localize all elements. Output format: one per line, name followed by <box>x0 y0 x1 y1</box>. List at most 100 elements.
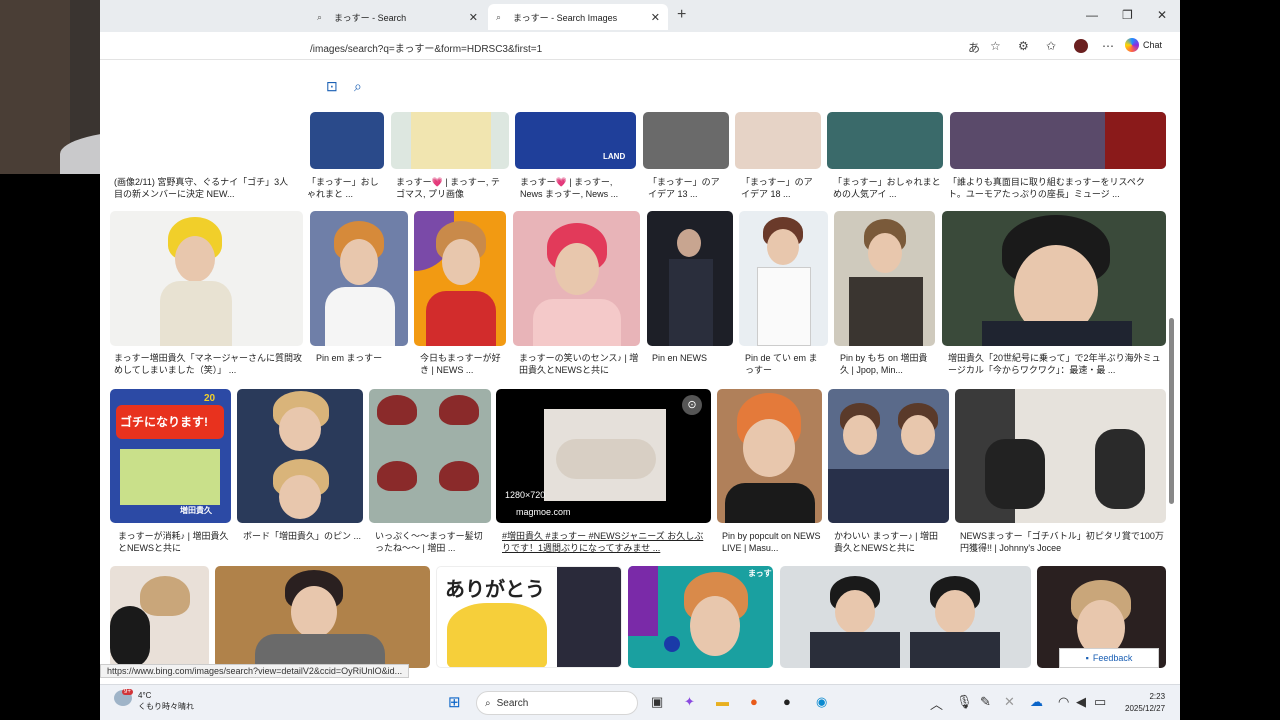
chevron-up-icon[interactable]: ︿ <box>930 694 943 713</box>
image-tile[interactable] <box>391 112 509 169</box>
feedback-button[interactable]: ▪ Feedback <box>1059 648 1159 668</box>
image-tile-hovered[interactable]: ⊙ 1280×720 magmoe.com <box>496 389 711 523</box>
close-icon[interactable]: ✕ <box>651 11 660 24</box>
result-caption[interactable]: 「誰よりも真面目に取り組むまっすーをリスペクト。ユーモアたっぷりの座長」ミュージ… <box>948 176 1162 200</box>
taskbar-search[interactable]: ⌕ Search <box>476 691 638 715</box>
volume-icon[interactable]: ◀ <box>1076 694 1086 710</box>
tab-search[interactable]: ⌕ まっすー - Search ✕ <box>309 4 486 30</box>
url-field[interactable]: /images/search?q=まっすー&form=HDRSC3&first=… <box>310 40 542 55</box>
result-caption[interactable]: Pin en NEWS <box>652 352 732 376</box>
image-tile[interactable] <box>955 389 1166 523</box>
windows-start-icon[interactable]: ⊞ <box>448 693 461 711</box>
result-caption[interactable]: Pin by popcult on NEWS LIVE | Masu... <box>722 530 822 554</box>
image-tile[interactable] <box>735 112 821 169</box>
result-caption[interactable]: まっすーの笑いのセンス♪ | 増田貴久とNEWSと共に <box>519 352 639 376</box>
favorite-star-icon[interactable]: ☆ <box>990 39 1001 53</box>
clock-date: 2025/12/27 <box>1125 704 1166 713</box>
image-tile[interactable]: ゴチになります! 20 増田貴久 <box>110 389 231 523</box>
microphone-icon[interactable]: 🎙 <box>956 694 973 710</box>
image-tile[interactable] <box>834 211 935 346</box>
close-icon[interactable]: ✕ <box>1004 694 1015 710</box>
app-icon[interactable]: ● <box>783 694 791 709</box>
image-tile[interactable] <box>215 566 430 668</box>
page-scrollbar[interactable] <box>1168 60 1176 668</box>
file-explorer-icon[interactable]: ▬ <box>716 694 729 709</box>
new-tab-button[interactable]: + <box>677 6 686 24</box>
copilot-icon[interactable]: ✦ <box>684 694 695 710</box>
scrollbar-thumb[interactable] <box>1169 318 1174 504</box>
translate-icon[interactable]: あ <box>968 39 980 56</box>
system-clock[interactable]: 2:23 2025/12/27 <box>1125 691 1165 715</box>
image-tile[interactable] <box>110 566 209 668</box>
wifi-icon[interactable]: ◠ <box>1058 694 1069 710</box>
result-caption[interactable]: 「まっすー」おしゃれまとめの人気アイ ... <box>833 176 945 200</box>
visual-search-icon[interactable]: ⊡ <box>326 78 338 95</box>
result-caption[interactable]: かわいい まっすー♪ | 増田貴久とNEWSと共に <box>834 530 946 554</box>
image-source-link[interactable]: magmoe.com <box>516 507 571 517</box>
feedback-label: Feedback <box>1092 653 1133 663</box>
result-caption-hovered[interactable]: #増田貴久 #まっすー #NEWSジャニーズ お久しぶりです！1週間ぶりになって… <box>502 530 710 554</box>
copilot-chat-button[interactable]: Chat <box>1125 38 1162 52</box>
minimize-button[interactable]: — <box>1086 8 1098 22</box>
result-caption[interactable]: ボード「増田貴久」のピン ... <box>243 530 361 554</box>
result-caption[interactable]: 「まっすー」のアイデア 13 ... <box>648 176 728 200</box>
image-tile[interactable] <box>828 389 949 523</box>
onedrive-icon[interactable]: ☁ <box>1030 694 1043 710</box>
notification-badge: 9+ <box>122 689 133 695</box>
profile-avatar[interactable] <box>1074 39 1088 53</box>
image-tile[interactable]: LAND <box>515 112 636 169</box>
image-tile[interactable] <box>643 112 729 169</box>
result-caption[interactable]: 今日もまっすーが好き | NEWS ... <box>420 352 506 376</box>
image-tile[interactable] <box>739 211 828 346</box>
tab-search-images[interactable]: ⌕ まっすー - Search Images ✕ <box>488 4 668 30</box>
image-tile[interactable] <box>942 211 1166 346</box>
pen-icon[interactable]: ✎ <box>980 694 991 710</box>
image-tile[interactable] <box>310 211 408 346</box>
result-caption[interactable]: まっすーが消耗♪ | 増田貴久とNEWSと共に <box>118 530 230 554</box>
image-tile[interactable] <box>647 211 733 346</box>
visual-search-icon[interactable]: ⊙ <box>682 395 702 415</box>
image-tile[interactable]: ありがとう <box>436 566 622 668</box>
search-icon: ⌕ <box>317 12 323 22</box>
image-tile[interactable] <box>950 112 1166 169</box>
battery-icon[interactable]: ▭ <box>1094 694 1106 710</box>
task-view-icon[interactable]: ▣ <box>651 694 663 710</box>
result-caption[interactable]: いっぷく〜〜まっすー髪切ったね〜〜 | 増田 ... <box>375 530 489 554</box>
result-caption[interactable]: Pin by もち on 増田貴久 | Jpop, Min... <box>840 352 935 376</box>
image-tile[interactable] <box>310 112 384 169</box>
image-tile[interactable] <box>827 112 943 169</box>
result-caption[interactable]: 「まっすー」のアイデア 18 ... <box>741 176 821 200</box>
tab-label: まっすー - Search Images <box>513 12 618 23</box>
image-search-bar: ⊡ ⌕ <box>100 60 1180 112</box>
result-caption[interactable]: (画像2/11) 宮野真守、ぐるナイ「ゴチ」3人目の新メンバーに決定 NEW..… <box>114 176 289 200</box>
image-tile[interactable] <box>717 389 822 523</box>
result-caption[interactable]: 増田貴久「20世紀号に乗って」で2年半ぶり海外ミュージカル「今からワクワク」：最… <box>948 352 1166 376</box>
status-url-tooltip: https://www.bing.com/images/search?view=… <box>100 664 410 678</box>
image-tile[interactable] <box>414 211 506 346</box>
result-caption[interactable]: まっすー💗 | まっすー, テゴマス, プリ画像 <box>396 176 508 200</box>
search-placeholder: Search <box>496 697 529 709</box>
image-tile[interactable] <box>237 389 363 523</box>
image-tile[interactable] <box>513 211 640 346</box>
image-tile[interactable] <box>369 389 491 523</box>
result-caption[interactable]: NEWSまっすー「ゴチバトル」初ピタリ賞で100万円獲得!! | Johnny'… <box>960 530 1166 554</box>
result-caption[interactable]: まっすー💗 | まっすー, News まっすー, News ... <box>520 176 636 200</box>
search-icon[interactable]: ⌕ <box>354 78 362 95</box>
image-tile[interactable] <box>780 566 1031 668</box>
browser-window: ⌕ まっすー - Search ✕ ⌕ まっすー - Search Images… <box>100 0 1180 720</box>
close-icon[interactable]: ✕ <box>469 11 478 24</box>
close-window-button[interactable]: ✕ <box>1157 8 1167 22</box>
more-menu-icon[interactable]: ⋯ <box>1102 39 1114 53</box>
result-caption[interactable]: Pin de てい em まっすー <box>745 352 825 376</box>
extensions-icon[interactable]: ⚙ <box>1018 39 1029 53</box>
firefox-icon[interactable]: ● <box>750 694 758 709</box>
image-tile[interactable]: まっす <box>628 566 773 668</box>
result-caption[interactable]: Pin em まっすー <box>316 352 406 376</box>
tab-label: まっすー - Search <box>334 12 407 23</box>
maximize-button[interactable]: ❐ <box>1122 8 1133 22</box>
result-caption[interactable]: まっすー増田貴久「マネージャーさんに質問攻めしてしまいました（笑）」 ... <box>114 352 304 376</box>
favorites-icon[interactable]: ✩ <box>1046 39 1056 53</box>
edge-icon[interactable]: ◉ <box>816 694 827 710</box>
result-caption[interactable]: 「まっすー」おしゃれまと ... <box>307 176 381 200</box>
image-tile[interactable] <box>110 211 303 346</box>
